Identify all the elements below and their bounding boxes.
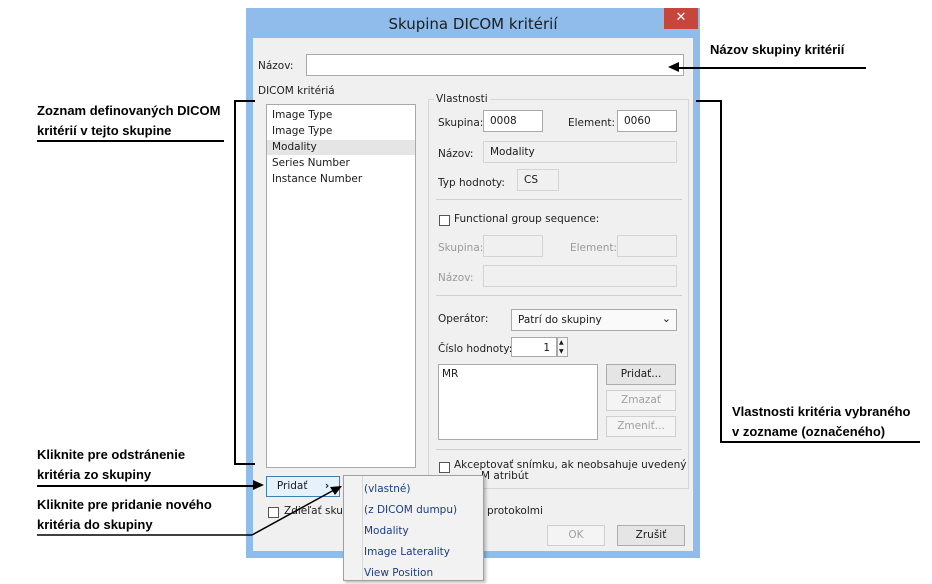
annotation-props-1: Vlastnosti kritéria vybraného xyxy=(732,404,911,419)
annotation-line xyxy=(720,441,920,443)
annotation-props-2: v zozname (označeného) xyxy=(732,424,886,439)
annotation-bracket xyxy=(720,100,722,442)
annotation-arrow-lines xyxy=(37,486,342,536)
annotation-bracket xyxy=(696,100,721,102)
